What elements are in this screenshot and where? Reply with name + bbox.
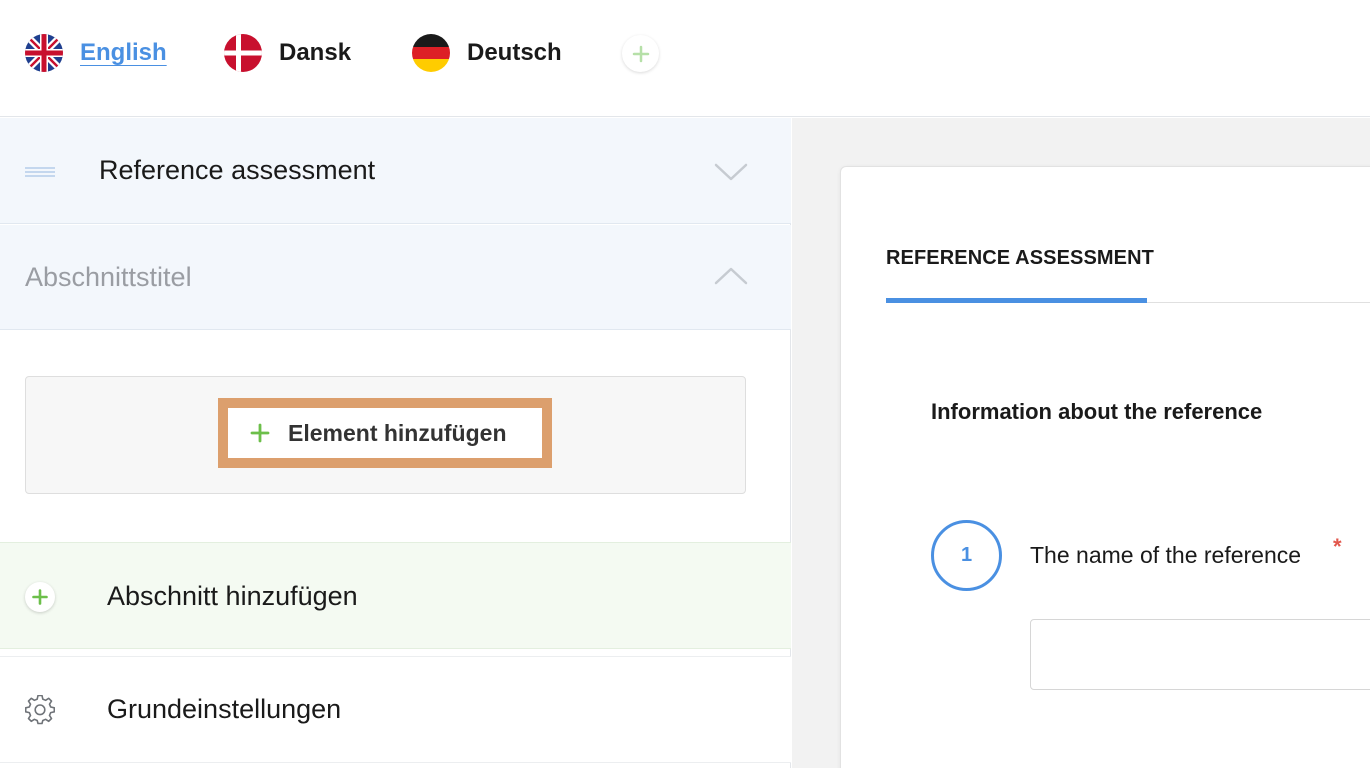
editor-sidebar: Reference assessment Abschnittstitel Ele… bbox=[0, 118, 791, 768]
required-asterisk: * bbox=[1333, 534, 1342, 559]
uk-flag-icon bbox=[25, 34, 63, 72]
plus-icon bbox=[32, 589, 48, 605]
add-language-button[interactable] bbox=[622, 35, 659, 72]
plus-circle-icon bbox=[25, 582, 55, 612]
section-title: Reference assessment bbox=[99, 155, 376, 185]
language-label-dansk[interactable]: Dansk bbox=[279, 39, 351, 67]
question-label: The name of the reference bbox=[1030, 542, 1302, 568]
add-element-label: Element hinzufügen bbox=[288, 419, 507, 446]
form-preview-area: REFERENCE ASSESSMENT Information about t… bbox=[792, 118, 1370, 768]
chevron-down-icon[interactable] bbox=[713, 162, 749, 182]
add-section-label: Abschnitt hinzufügen bbox=[107, 581, 358, 611]
language-bar: English Dansk Deutsch bbox=[0, 0, 1370, 117]
form-preview-card: REFERENCE ASSESSMENT Information about t… bbox=[840, 166, 1370, 768]
question-number-badge: 1 bbox=[931, 520, 1002, 591]
language-label-english[interactable]: English bbox=[80, 39, 167, 67]
add-section-button[interactable]: Abschnitt hinzufügen bbox=[0, 542, 791, 649]
section-header[interactable]: Reference assessment bbox=[0, 118, 791, 224]
add-element-button[interactable]: Element hinzufügen bbox=[218, 398, 552, 468]
chevron-up-icon[interactable] bbox=[713, 266, 749, 286]
plus-icon bbox=[250, 423, 270, 443]
language-tab-english[interactable]: English bbox=[25, 34, 167, 72]
plus-icon bbox=[632, 45, 649, 62]
language-tab-deutsch[interactable]: Deutsch bbox=[412, 34, 562, 72]
subsection-header[interactable]: Abschnittstitel bbox=[0, 225, 791, 330]
drag-handle-icon[interactable] bbox=[25, 167, 55, 177]
reference-name-input[interactable] bbox=[1030, 619, 1370, 690]
germany-flag-icon bbox=[412, 34, 450, 72]
subsection-title: Abschnittstitel bbox=[25, 262, 192, 292]
tab-divider bbox=[1147, 302, 1370, 303]
tab-reference-assessment[interactable]: REFERENCE ASSESSMENT bbox=[886, 247, 1154, 270]
denmark-flag-icon bbox=[224, 34, 262, 72]
language-label-deutsch[interactable]: Deutsch bbox=[467, 39, 562, 67]
language-tab-dansk[interactable]: Dansk bbox=[224, 34, 351, 72]
form-section-heading: Information about the reference bbox=[931, 399, 1263, 424]
basic-settings-item[interactable]: Grundeinstellungen bbox=[0, 656, 791, 763]
basic-settings-label: Grundeinstellungen bbox=[107, 694, 342, 724]
active-tab-indicator bbox=[886, 298, 1147, 303]
gear-icon bbox=[25, 695, 55, 725]
